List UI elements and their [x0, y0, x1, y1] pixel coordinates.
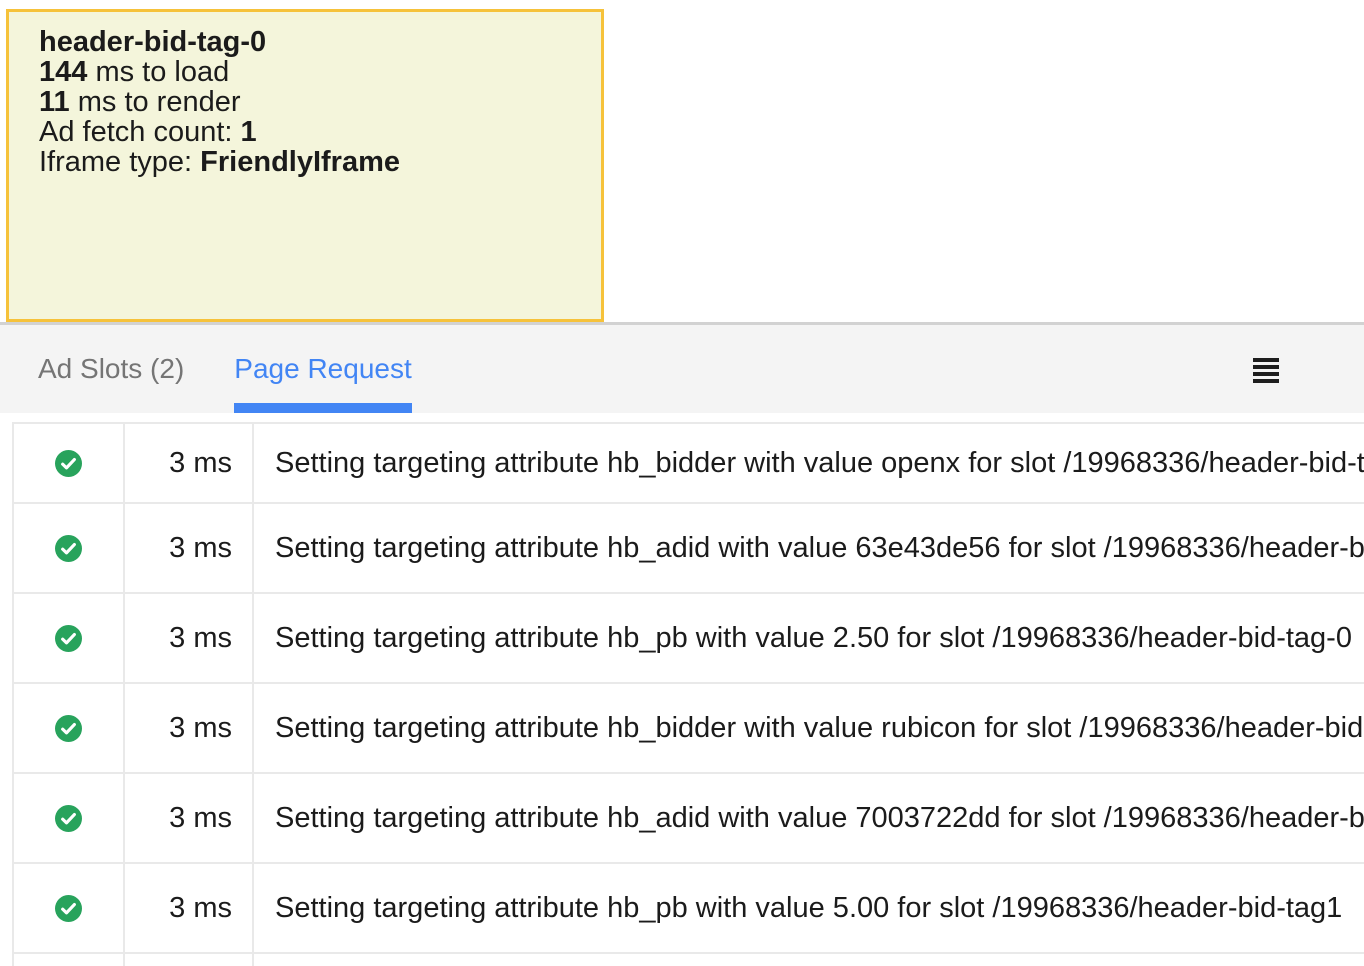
tab-ad-slots-label: Ad Slots (2) [38, 353, 184, 385]
log-row-partial [14, 954, 1364, 966]
log-row: 3 ms Setting targeting attribute hb_adid… [14, 504, 1364, 594]
hamburger-icon [1253, 358, 1279, 362]
success-check-icon [55, 450, 82, 477]
info-line-fetch-count: Ad fetch count: 1 [39, 117, 571, 147]
info-line-iframe-type: Iframe type: FriendlyIframe [39, 147, 571, 177]
success-check-icon [55, 715, 82, 742]
success-check-icon [55, 805, 82, 832]
success-check-icon [55, 535, 82, 562]
tab-page-request-label: Page Request [234, 353, 411, 385]
tab-list: Ad Slots (2) Page Request [0, 325, 1364, 413]
console-tab-bar: Ad Slots (2) Page Request [0, 322, 1364, 413]
message-cell [254, 954, 1364, 966]
status-cell [14, 594, 125, 682]
info-line-load-time: 144 ms to load [39, 57, 571, 87]
status-cell [14, 684, 125, 772]
message-cell: Setting targeting attribute hb_adid with… [254, 774, 1364, 862]
log-row: 3 ms Setting targeting attribute hb_adid… [14, 774, 1364, 864]
time-cell: 3 ms [125, 864, 254, 952]
time-cell: 3 ms [125, 684, 254, 772]
time-cell: 3 ms [125, 504, 254, 592]
ad-slot-info-box: header-bid-tag-0 144 ms to load 11 ms to… [6, 9, 604, 322]
success-check-icon [55, 895, 82, 922]
success-check-icon [55, 625, 82, 652]
log-row: 3 ms Setting targeting attribute hb_bidd… [14, 684, 1364, 774]
tab-ad-slots[interactable]: Ad Slots (2) [38, 325, 184, 413]
log-row: 3 ms Setting targeting attribute hb_pb w… [14, 594, 1364, 684]
info-line-slot-name: header-bid-tag-0 [39, 27, 571, 57]
message-cell: Setting targeting attribute hb_adid with… [254, 504, 1364, 592]
status-cell [14, 954, 125, 966]
status-cell [14, 774, 125, 862]
active-tab-underline [234, 403, 411, 413]
message-cell: Setting targeting attribute hb_pb with v… [254, 864, 1364, 952]
message-cell: Setting targeting attribute hb_bidder wi… [254, 424, 1364, 502]
status-cell [14, 504, 125, 592]
time-cell: 3 ms [125, 774, 254, 862]
time-cell [125, 954, 254, 966]
info-line-render-time: 11 ms to render [39, 87, 571, 117]
time-cell: 3 ms [125, 424, 254, 502]
message-cell: Setting targeting attribute hb_bidder wi… [254, 684, 1364, 772]
console-menu-button[interactable] [1253, 358, 1279, 383]
message-cell: Setting targeting attribute hb_pb with v… [254, 594, 1364, 682]
tab-page-request[interactable]: Page Request [234, 325, 411, 413]
time-cell: 3 ms [125, 594, 254, 682]
status-cell [14, 424, 125, 502]
log-row: 3 ms Setting targeting attribute hb_pb w… [14, 864, 1364, 954]
page-request-log-table: 3 ms Setting targeting attribute hb_bidd… [12, 422, 1364, 966]
log-row: 3 ms Setting targeting attribute hb_bidd… [14, 424, 1364, 504]
status-cell [14, 864, 125, 952]
